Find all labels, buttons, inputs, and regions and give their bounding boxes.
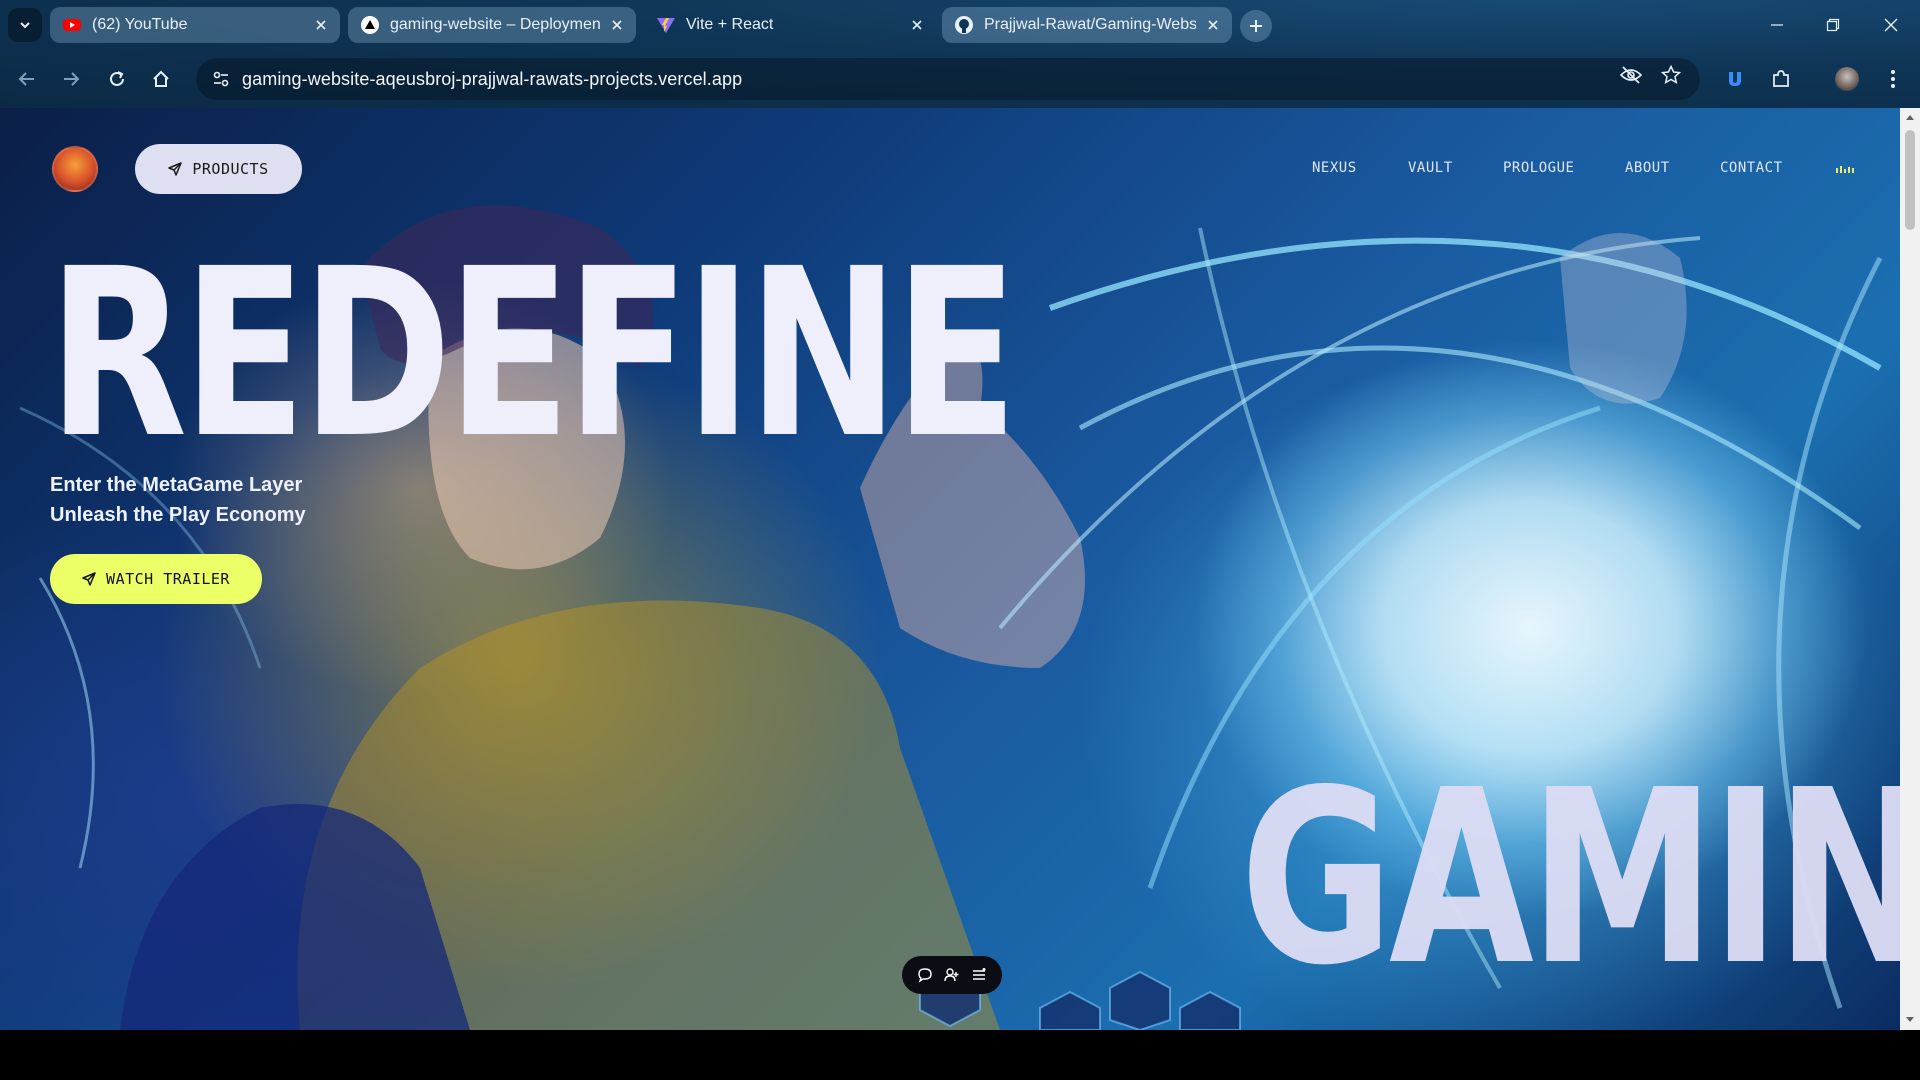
- reload-icon: [110, 71, 124, 86]
- send-icon: [82, 572, 96, 586]
- browser-chrome: (62) YouTube gaming-website – Deployment…: [0, 0, 1920, 108]
- plus-icon: [1250, 20, 1262, 32]
- chat-icon[interactable]: [917, 967, 933, 983]
- list-icon[interactable]: [971, 967, 987, 983]
- bottom-black-band: [0, 1030, 1920, 1080]
- home-button[interactable]: [144, 62, 178, 96]
- products-button[interactable]: PRODUCTS: [135, 144, 302, 194]
- hero-subtitle-line-1: Enter the MetaGame Layer: [50, 474, 303, 496]
- arrow-right-icon: [64, 72, 80, 86]
- nav-prologue[interactable]: PROLOGUE: [1503, 160, 1574, 176]
- nav-contact[interactable]: CONTACT: [1720, 160, 1783, 176]
- close-icon[interactable]: [312, 16, 330, 34]
- menu-button[interactable]: [1876, 62, 1910, 96]
- profile-button[interactable]: [1830, 62, 1864, 96]
- star-icon: [1661, 65, 1681, 84]
- tune-icon: [213, 71, 229, 87]
- close-window-button[interactable]: [1876, 10, 1906, 40]
- nav-about[interactable]: ABOUT: [1625, 160, 1670, 176]
- tab-title: (62) YouTube: [92, 16, 188, 33]
- tab-vercel[interactable]: gaming-website – Deployment: [348, 7, 636, 43]
- arrow-left-icon: [18, 72, 34, 86]
- puzzle-icon: [1773, 70, 1789, 87]
- hero-subtitle-line-2: Unleash the Play Economy: [50, 504, 306, 526]
- scrollbar-thumb[interactable]: [1905, 130, 1915, 230]
- tab-strip: (62) YouTube gaming-website – Deployment…: [0, 0, 1920, 50]
- tab-search-button[interactable]: [8, 8, 42, 42]
- bookmark-button[interactable]: [1654, 58, 1688, 92]
- address-bar[interactable]: gaming-website-aqeusbroj-prajjwal-rawats…: [196, 58, 1700, 100]
- site-logo[interactable]: [52, 146, 98, 192]
- floating-action-bar: [902, 956, 1002, 994]
- close-icon: [1884, 18, 1898, 32]
- forward-button[interactable]: [54, 62, 88, 96]
- avatar: [1835, 67, 1859, 91]
- tab-title: Vite + React: [686, 16, 774, 33]
- page-scrollbar[interactable]: [1900, 108, 1920, 1030]
- extension-button[interactable]: [1718, 62, 1752, 96]
- scroll-down-icon[interactable]: [1904, 1014, 1916, 1026]
- home-icon: [153, 70, 169, 87]
- eye-off-button[interactable]: [1614, 58, 1648, 92]
- browser-toolbar: gaming-website-aqeusbroj-prajjwal-rawats…: [0, 52, 1920, 106]
- add-user-icon[interactable]: [944, 967, 960, 983]
- watch-trailer-button[interactable]: WATCH TRAILER: [50, 554, 262, 604]
- reload-button[interactable]: [100, 62, 134, 96]
- back-button[interactable]: [10, 62, 44, 96]
- github-icon: [955, 16, 973, 34]
- extension-logo-icon: [1729, 72, 1741, 86]
- tab-vite-react[interactable]: Vite + React: [644, 7, 936, 43]
- close-icon[interactable]: [1204, 16, 1222, 34]
- minimize-button[interactable]: [1762, 10, 1792, 40]
- tab-title: gaming-website – Deployment: [390, 16, 600, 33]
- scroll-up-icon[interactable]: [1904, 111, 1916, 123]
- close-icon[interactable]: [908, 16, 926, 34]
- products-label: PRODUCTS: [192, 160, 269, 178]
- hero-word: GAMING: [1240, 738, 1900, 1018]
- chevron-down-icon: [20, 22, 30, 29]
- restore-icon: [1826, 18, 1840, 32]
- restore-button[interactable]: [1818, 10, 1848, 40]
- watch-trailer-label: WATCH TRAILER: [106, 570, 230, 588]
- send-icon: [168, 162, 183, 176]
- close-icon[interactable]: [608, 16, 626, 34]
- tab-title: Prajjwal-Rawat/Gaming-Website: [984, 16, 1196, 33]
- vercel-icon: [361, 16, 379, 34]
- vite-icon: [657, 18, 675, 33]
- nav-nexus[interactable]: NEXUS: [1312, 160, 1357, 176]
- more-vertical-icon: [1891, 70, 1895, 88]
- tab-youtube[interactable]: (62) YouTube: [50, 7, 340, 43]
- hero-subtitle: Enter the MetaGame Layer Unleash the Pla…: [50, 470, 306, 530]
- eye-off-icon: [1620, 66, 1642, 84]
- hero-title: REDEFINE: [48, 219, 1018, 489]
- page-viewport: PRODUCTS NEXUS VAULT PROLOGUE ABOUT CONT…: [0, 108, 1900, 1030]
- tab-github[interactable]: Prajjwal-Rawat/Gaming-Website: [942, 7, 1232, 43]
- nav-vault[interactable]: VAULT: [1408, 160, 1453, 176]
- audio-toggle-icon[interactable]: [1836, 166, 1854, 173]
- new-tab-button[interactable]: [1240, 10, 1272, 42]
- minimize-icon: [1771, 24, 1783, 26]
- extensions-button[interactable]: [1764, 62, 1798, 96]
- site-info-button[interactable]: [204, 62, 238, 96]
- youtube-icon: [63, 19, 81, 31]
- url-text[interactable]: gaming-website-aqeusbroj-prajjwal-rawats…: [242, 69, 742, 90]
